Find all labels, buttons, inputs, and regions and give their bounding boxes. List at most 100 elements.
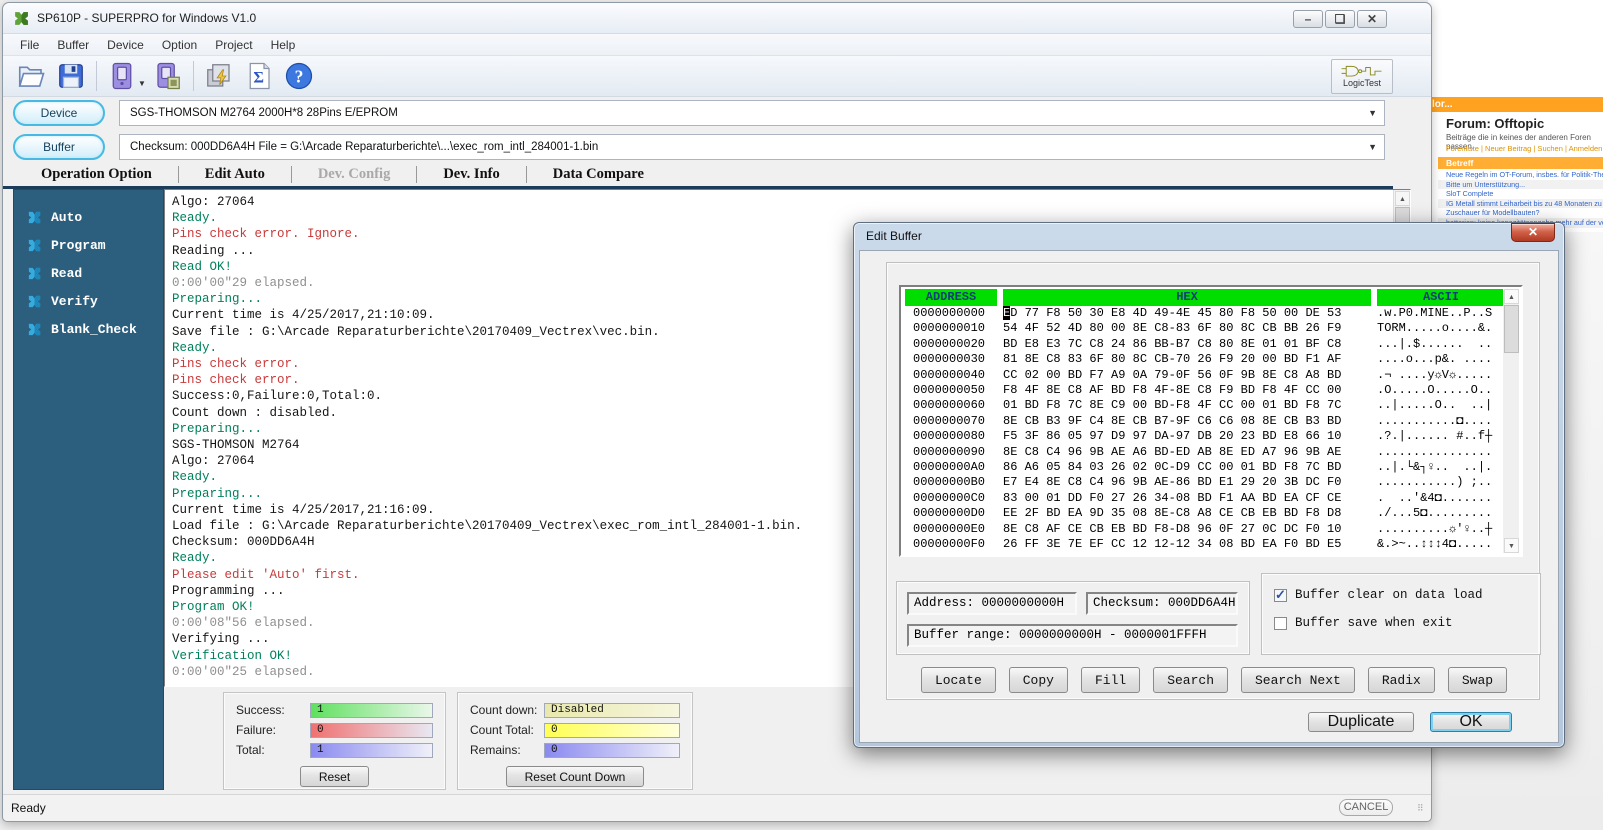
- hex-bytes[interactable]: 26 FF 3E 7E EF CC 12 12-12 34 08 BD EA F…: [1003, 537, 1371, 552]
- buffer-button[interactable]: Buffer: [13, 134, 105, 160]
- hex-row[interactable]: 00000000708E CB B3 9F C4 8E CB B7-9F C6 …: [905, 414, 1521, 429]
- swap-button[interactable]: Swap: [1448, 667, 1507, 693]
- tab-dev-info[interactable]: Dev. Info: [416, 166, 525, 183]
- hex-row[interactable]: 00000000B0E7 E4 8E C8 C4 96 9B AE-86 BD …: [905, 475, 1521, 490]
- hex-bytes[interactable]: EE 2F BD EA 9D 35 08 8E-C8 A8 CE CB EB B…: [1003, 506, 1371, 521]
- checksum-button[interactable]: Σ: [239, 58, 279, 94]
- buffer-combo-arrow-icon[interactable]: ▼: [1368, 142, 1377, 152]
- hex-ascii[interactable]: .O.....O.....O..: [1377, 383, 1505, 398]
- forum-nav-links[interactable]: Forenliste | Neuer Beitrag | Suchen | An…: [1446, 144, 1603, 153]
- hex-row[interactable]: 000000003081 8E C8 83 6F 80 8C CB-70 26 …: [905, 352, 1521, 367]
- device-dropdown-arrow[interactable]: ▼: [138, 79, 146, 88]
- hex-scrollbar[interactable]: ▲ ▼: [1503, 289, 1519, 553]
- hex-ascii[interactable]: &.>~..↕↕↕4◘.....: [1377, 537, 1505, 552]
- gang-program-button[interactable]: [199, 58, 239, 94]
- hex-ascii[interactable]: ./...5◘.........: [1377, 506, 1505, 521]
- close-button[interactable]: ✕: [1357, 10, 1387, 28]
- hex-bytes[interactable]: F8 4F 8E C8 AF BD F8 4F-8E C8 F9 BD F8 4…: [1003, 383, 1371, 398]
- device-change-button[interactable]: [148, 58, 188, 94]
- locate-button[interactable]: Locate: [921, 667, 996, 693]
- device-button[interactable]: Device: [13, 100, 105, 126]
- hex-row[interactable]: 000000006001 BD F8 7C 8E C9 00 BD-F8 4F …: [905, 398, 1521, 413]
- hex-ascii[interactable]: ................: [1377, 445, 1505, 460]
- hex-scroll-thumb[interactable]: [1504, 305, 1519, 353]
- fill-button[interactable]: Fill: [1081, 667, 1140, 693]
- hex-row[interactable]: 00000000E08E C8 AF CE CB EB BD F8-D8 96 …: [905, 522, 1521, 537]
- buffer-combo[interactable]: Checksum: 000DD6A4H File = G:\Arcade Rep…: [119, 134, 1385, 160]
- resize-grip[interactable]: ⠿: [1417, 803, 1427, 813]
- hex-row[interactable]: 0000000020BD E8 E3 7C C8 24 86 BB-B7 C8 …: [905, 337, 1521, 352]
- sidebar-item-auto[interactable]: Auto: [14, 203, 163, 231]
- forum-thread-link[interactable]: IG Metall stimmt Leiharbeit bis zu 48 Mo…: [1438, 199, 1603, 209]
- checkbox[interactable]: [1274, 617, 1287, 630]
- checkbox-row-buffer-save-when-exit[interactable]: Buffer save when exit: [1274, 614, 1540, 632]
- hex-bytes[interactable]: 86 A6 05 84 03 26 02 0C-D9 CC 00 01 BD F…: [1003, 460, 1371, 475]
- scroll-up-icon[interactable]: ▲: [1395, 191, 1410, 206]
- address-field[interactable]: Address: 0000000000H: [907, 592, 1077, 615]
- help-button[interactable]: ?: [279, 58, 319, 94]
- device-select-button[interactable]: [102, 58, 142, 94]
- hex-row[interactable]: 0000000080F5 3F 86 05 97 D9 97 DA-97 DB …: [905, 429, 1521, 444]
- forum-thread-link[interactable]: Neue Regeln im OT-Forum, insbes. für Pol…: [1438, 170, 1603, 180]
- scroll-up-icon[interactable]: ▲: [1504, 289, 1519, 304]
- copy-button[interactable]: Copy: [1009, 667, 1068, 693]
- title-bar[interactable]: SP610P - SUPERPRO for Windows V1.0 – ❑ ✕: [3, 3, 1431, 34]
- menu-item-option[interactable]: Option: [153, 36, 206, 54]
- hex-bytes[interactable]: 83 00 01 DD F0 27 26 34-08 BD F1 AA BD E…: [1003, 491, 1371, 506]
- hex-row[interactable]: 0000000050F8 4F 8E C8 AF BD F8 4F-8E C8 …: [905, 383, 1521, 398]
- save-file-button[interactable]: [51, 58, 91, 94]
- hex-bytes[interactable]: F5 3F 86 05 97 D9 97 DA-97 DB 20 23 BD E…: [1003, 429, 1371, 444]
- hex-row[interactable]: 00000000D0EE 2F BD EA 9D 35 08 8E-C8 A8 …: [905, 506, 1521, 521]
- hex-ascii[interactable]: ...........) ;..: [1377, 475, 1505, 490]
- hex-bytes[interactable]: CC 02 00 BD F7 A9 0A 79-0F 56 0F 9B 8E C…: [1003, 368, 1371, 383]
- device-combo-arrow-icon[interactable]: ▼: [1368, 108, 1377, 118]
- forum-thread-link[interactable]: Bitte um Unterstützung...: [1438, 180, 1603, 190]
- menu-item-buffer[interactable]: Buffer: [48, 36, 98, 54]
- hex-ascii[interactable]: ....o...p&. ....: [1377, 352, 1505, 367]
- ok-button[interactable]: OK: [1430, 712, 1512, 732]
- hex-bytes[interactable]: 8E C8 AF CE CB EB BD F8-D8 96 0F 27 0C D…: [1003, 522, 1371, 537]
- search-button[interactable]: Search: [1153, 667, 1228, 693]
- menu-item-device[interactable]: Device: [98, 36, 153, 54]
- hex-ascii[interactable]: .?.|...... #..f┼: [1377, 429, 1505, 444]
- tab-data-compare[interactable]: Data Compare: [526, 166, 670, 183]
- hex-ascii[interactable]: ..|.└&┐♀.. ..|.: [1377, 460, 1505, 475]
- sidebar-item-blank_check[interactable]: Blank_Check: [14, 315, 163, 343]
- radix-button[interactable]: Radix: [1368, 667, 1435, 693]
- duplicate-button[interactable]: Duplicate: [1308, 712, 1414, 732]
- hex-row[interactable]: 00000000C083 00 01 DD F0 27 26 34-08 BD …: [905, 491, 1521, 506]
- menu-item-project[interactable]: Project: [206, 36, 261, 54]
- tab-operation-option[interactable]: Operation Option: [15, 166, 178, 183]
- hex-editor-table[interactable]: ADDRESSHEXASCII 0000000000ED 77 F8 50 30…: [899, 285, 1523, 557]
- forum-thread-link[interactable]: Zuschauer für Modellbauten?: [1438, 208, 1603, 218]
- sidebar-item-verify[interactable]: Verify: [14, 287, 163, 315]
- hex-row[interactable]: 00000000A086 A6 05 84 03 26 02 0C-D9 CC …: [905, 460, 1521, 475]
- scroll-down-icon[interactable]: ▼: [1504, 538, 1519, 553]
- reset-count-down-button[interactable]: Reset Count Down: [506, 766, 645, 787]
- search-next-button[interactable]: Search Next: [1241, 667, 1355, 693]
- menu-item-help[interactable]: Help: [262, 36, 305, 54]
- sidebar-item-read[interactable]: Read: [14, 259, 163, 287]
- hex-ascii[interactable]: ..........☼'♀..┼: [1377, 522, 1505, 537]
- menu-item-file[interactable]: File: [11, 36, 48, 54]
- checkbox-row-buffer-clear-on-data-load[interactable]: Buffer clear on data load: [1274, 586, 1540, 604]
- tab-edit-auto[interactable]: Edit Auto: [178, 166, 291, 183]
- reset-button[interactable]: Reset: [300, 766, 369, 787]
- hex-ascii[interactable]: .w.P0.MINE..P..S: [1377, 306, 1505, 321]
- hex-ascii[interactable]: ..|.....O.. ..|: [1377, 398, 1505, 413]
- hex-bytes[interactable]: 01 BD F8 7C 8E C9 00 BD-F8 4F CC 00 01 B…: [1003, 398, 1371, 413]
- forum-thread-link[interactable]: SloT Complete: [1438, 189, 1603, 199]
- hex-ascii[interactable]: ...|.$...... ..: [1377, 337, 1505, 352]
- hex-bytes[interactable]: E7 E4 8E C8 C4 96 9B AE-86 BD E1 29 20 3…: [1003, 475, 1371, 490]
- hex-ascii[interactable]: . ..'&4◘.......: [1377, 491, 1505, 506]
- open-file-button[interactable]: [11, 58, 51, 94]
- minimize-button[interactable]: –: [1293, 10, 1323, 28]
- hex-row[interactable]: 000000001054 4F 52 4D 80 00 8E C8-83 6F …: [905, 321, 1521, 336]
- hex-row[interactable]: 0000000040CC 02 00 BD F7 A9 0A 79-0F 56 …: [905, 368, 1521, 383]
- sidebar-item-program[interactable]: Program: [14, 231, 163, 259]
- hex-bytes[interactable]: ED 77 F8 50 30 E8 4D 49-4E 45 80 F8 50 0…: [1003, 306, 1371, 321]
- maximize-button[interactable]: ❑: [1325, 10, 1355, 28]
- hex-ascii[interactable]: ...........◘....: [1377, 414, 1505, 429]
- checkbox[interactable]: [1274, 589, 1287, 602]
- cancel-button[interactable]: CANCEL: [1339, 799, 1393, 816]
